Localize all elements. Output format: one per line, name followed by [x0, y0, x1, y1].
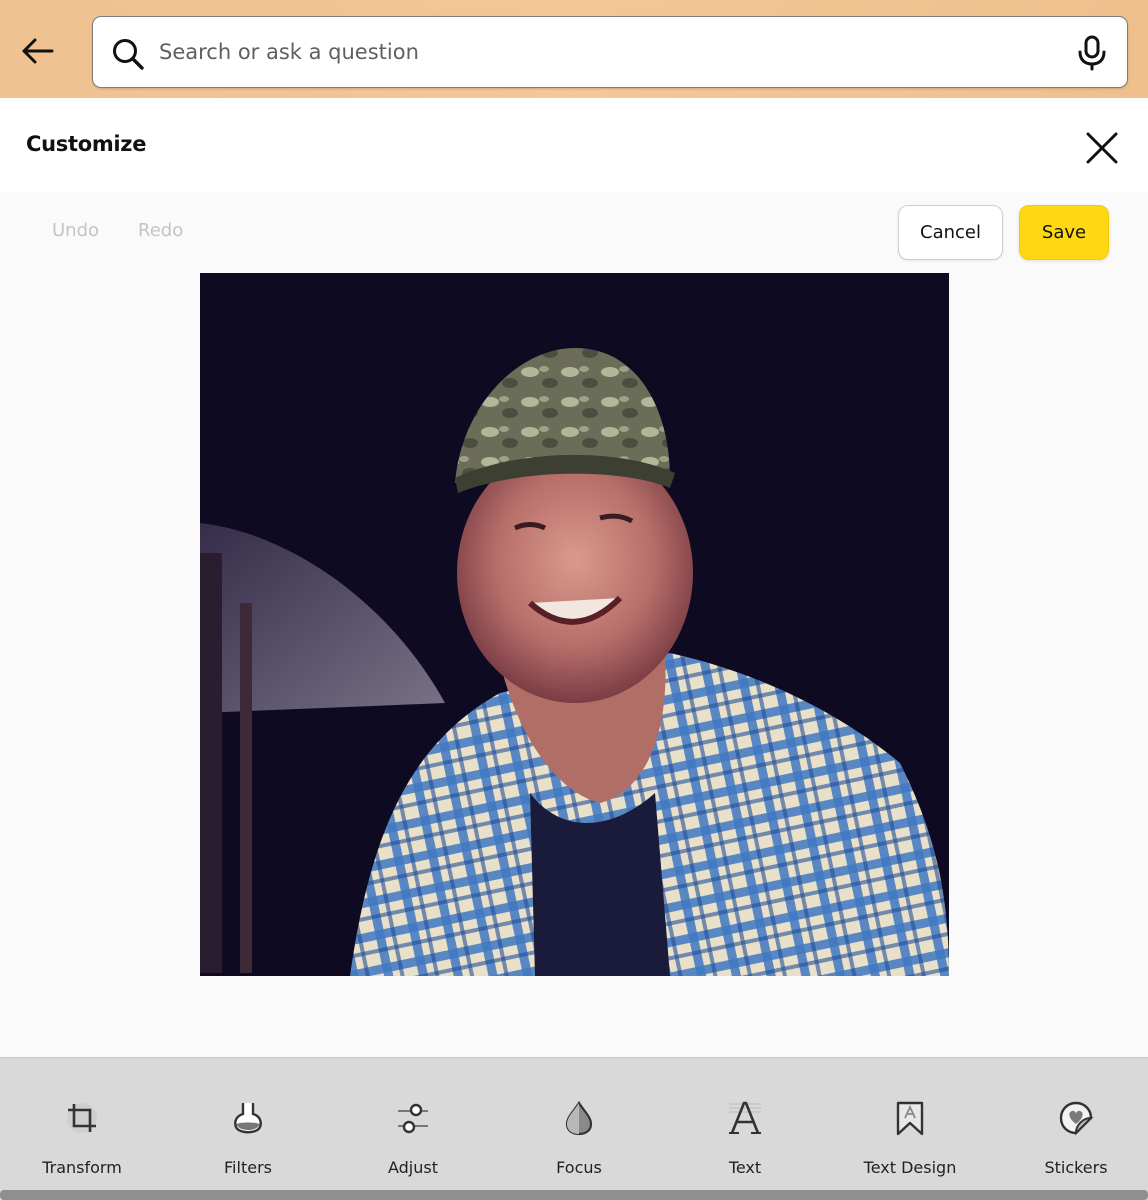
- search-input[interactable]: [159, 17, 1059, 87]
- tool-label: Filters: [224, 1158, 272, 1177]
- microphone-icon[interactable]: [1075, 35, 1109, 71]
- photo-image: [200, 273, 949, 976]
- tool-label: Stickers: [1044, 1158, 1108, 1177]
- page-title: Customize: [26, 132, 147, 156]
- tool-transform[interactable]: Transform: [2, 1058, 162, 1191]
- tool-label: Focus: [556, 1158, 602, 1177]
- crop-icon: [67, 1103, 97, 1133]
- undo-button[interactable]: Undo: [52, 220, 99, 241]
- tool-filters[interactable]: Filters: [168, 1058, 328, 1191]
- sticker-heart-icon: [1059, 1101, 1094, 1136]
- back-button[interactable]: [14, 28, 60, 74]
- horizontal-scrollbar[interactable]: [0, 1190, 1148, 1200]
- tool-adjust[interactable]: Adjust: [333, 1058, 493, 1191]
- tool-label: Transform: [42, 1158, 122, 1177]
- tool-label: Adjust: [387, 1158, 438, 1177]
- tool-stickers[interactable]: Stickers: [996, 1058, 1148, 1191]
- save-button[interactable]: Save: [1019, 205, 1109, 260]
- cancel-button[interactable]: Cancel: [898, 205, 1003, 260]
- tool-text[interactable]: Text: [665, 1058, 825, 1191]
- editing-tools-bar: Transform Filters Adjust Focus Text Text…: [0, 1057, 1148, 1200]
- redo-button[interactable]: Redo: [138, 220, 183, 241]
- tool-focus[interactable]: Focus: [499, 1058, 659, 1191]
- photo-canvas[interactable]: [200, 273, 949, 976]
- arrow-left-icon: [22, 38, 54, 64]
- bookmark-a-icon: [896, 1101, 924, 1136]
- tool-text-design[interactable]: Text Design: [830, 1058, 990, 1191]
- tool-label: Text: [728, 1158, 762, 1177]
- sliders-icon: [398, 1103, 428, 1134]
- top-search-bar: [0, 0, 1148, 98]
- text-a-icon: [729, 1101, 761, 1134]
- search-icon: [113, 39, 144, 70]
- search-box[interactable]: [92, 16, 1128, 88]
- close-icon[interactable]: [1084, 130, 1120, 166]
- customize-header: Customize: [0, 98, 1148, 192]
- flask-icon: [234, 1103, 262, 1134]
- droplet-icon: [565, 1100, 593, 1136]
- tool-label: Text Design: [863, 1158, 957, 1177]
